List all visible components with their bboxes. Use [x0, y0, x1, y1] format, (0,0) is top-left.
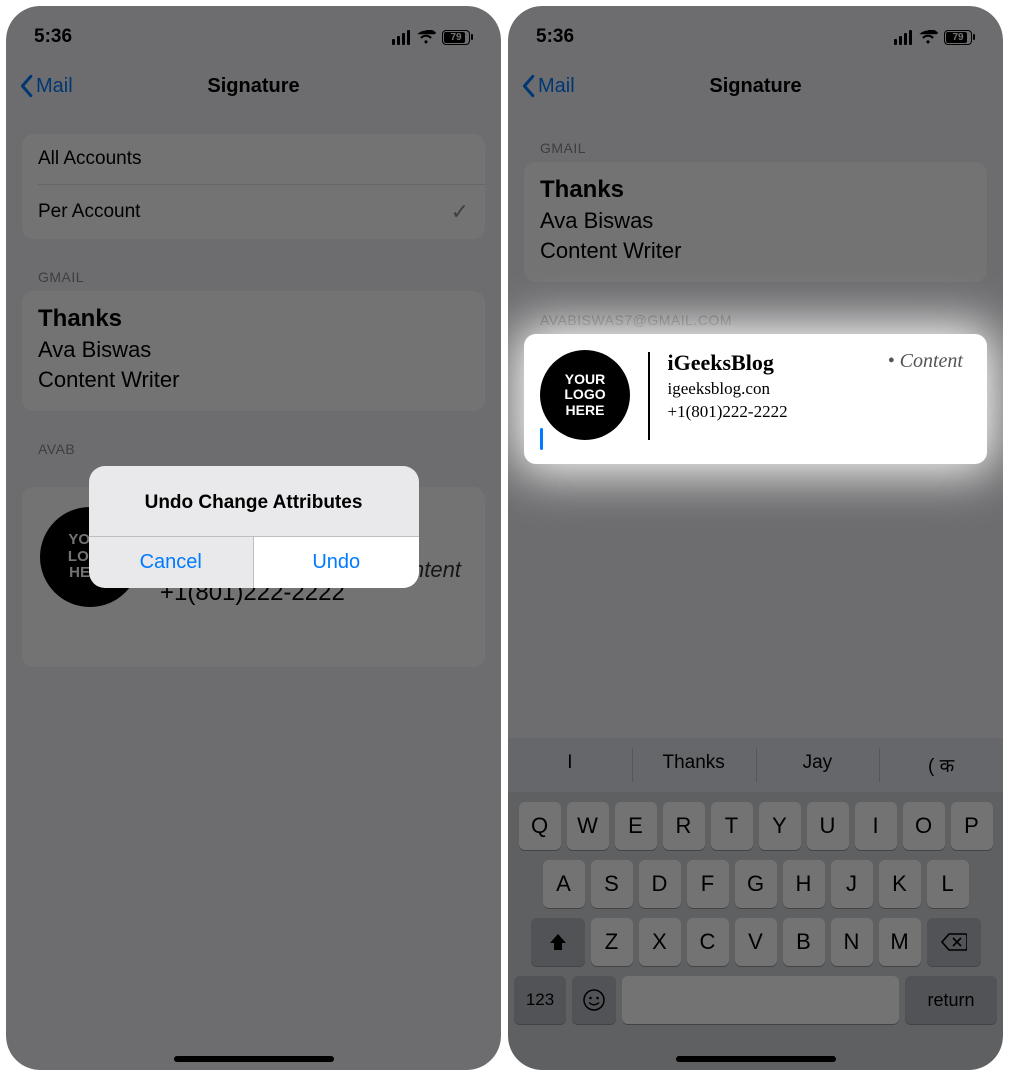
chevron-left-icon [18, 74, 34, 98]
key-p[interactable]: P [951, 802, 993, 850]
key-r[interactable]: R [663, 802, 705, 850]
cellular-icon [392, 30, 410, 45]
nav-bar: Mail Signature [508, 62, 1003, 110]
page-title: Signature [207, 75, 299, 98]
sig-line-role: Content Writer [540, 238, 971, 264]
key-z[interactable]: Z [591, 918, 633, 966]
key-j[interactable]: J [831, 860, 873, 908]
suggestion-bar: I Thanks Jay ( क [508, 738, 1003, 792]
key-d[interactable]: D [639, 860, 681, 908]
suggestion[interactable]: Thanks [632, 738, 756, 792]
group-header-account2: AVABISWAS7@GMAIL.COM [540, 312, 971, 328]
keyboard: I Thanks Jay ( क Q W E R T Y U I O P A S… [508, 738, 1003, 1070]
key-t[interactable]: T [711, 802, 753, 850]
cellular-icon [894, 30, 912, 45]
key-c[interactable]: C [687, 918, 729, 966]
home-indicator[interactable] [676, 1056, 836, 1062]
shift-key[interactable] [531, 918, 585, 966]
logo-placeholder: YOUR LOGO HERE [540, 350, 630, 440]
status-time: 5:36 [34, 26, 72, 48]
suggestion[interactable]: ( क [879, 738, 1003, 792]
text-cursor [540, 428, 543, 450]
sig-line-name: Ava Biswas [38, 337, 469, 363]
emoji-icon [582, 988, 606, 1012]
group-header-account2: AVAB [38, 441, 469, 457]
status-bar: 5:36 79 [508, 6, 1003, 58]
back-label: Mail [538, 75, 575, 98]
key-o[interactable]: O [903, 802, 945, 850]
key-g[interactable]: G [735, 860, 777, 908]
group-header-gmail: GMAIL [38, 269, 469, 285]
key-f[interactable]: F [687, 860, 729, 908]
status-time: 5:36 [536, 26, 574, 48]
wifi-icon [416, 30, 436, 45]
back-label: Mail [36, 75, 73, 98]
key-s[interactable]: S [591, 860, 633, 908]
signature-editor-rich[interactable]: YOUR LOGO HERE iGeeksBlog igeeksblog.con… [524, 334, 987, 464]
back-button[interactable]: Mail [18, 74, 73, 98]
back-button[interactable]: Mail [520, 74, 575, 98]
backspace-icon [941, 932, 967, 952]
key-k[interactable]: K [879, 860, 921, 908]
battery-icon: 79 [944, 30, 975, 45]
key-m[interactable]: M [879, 918, 921, 966]
rich-phone: +1(801)222-2222 [668, 402, 788, 422]
sig-line-thanks: Thanks [540, 176, 971, 204]
row-label: Per Account [38, 201, 140, 223]
rich-site: igeeksblog.con [668, 379, 788, 399]
numbers-key[interactable]: 123 [514, 976, 566, 1024]
key-v[interactable]: V [735, 918, 777, 966]
row-per-account[interactable]: Per Account ✓ [22, 185, 485, 239]
status-icons: 79 [392, 30, 473, 45]
key-h[interactable]: H [783, 860, 825, 908]
rich-title: iGeeksBlog [668, 350, 788, 376]
sig-line-thanks: Thanks [38, 305, 469, 333]
cancel-button[interactable]: Cancel [89, 537, 254, 588]
key-a[interactable]: A [543, 860, 585, 908]
suggestion[interactable]: Jay [756, 738, 880, 792]
undo-alert: Undo Change Attributes Cancel Undo [89, 466, 419, 588]
key-n[interactable]: N [831, 918, 873, 966]
status-bar: 5:36 79 [6, 6, 501, 58]
key-u[interactable]: U [807, 802, 849, 850]
return-key[interactable]: return [905, 976, 997, 1024]
phone-screen-right: 5:36 79 Mail Signature GMAIL Thanks Ava … [508, 6, 1003, 1070]
suggestion[interactable]: I [508, 738, 632, 792]
undo-button[interactable]: Undo [253, 537, 419, 588]
group-header-gmail: GMAIL [540, 140, 971, 156]
key-b[interactable]: B [783, 918, 825, 966]
space-key[interactable] [622, 976, 899, 1024]
key-l[interactable]: L [927, 860, 969, 908]
backspace-key[interactable] [927, 918, 981, 966]
signature-editor-gmail[interactable]: Thanks Ava Biswas Content Writer [524, 162, 987, 282]
key-i[interactable]: I [855, 802, 897, 850]
account-scope-group: All Accounts Per Account ✓ [22, 134, 485, 239]
phone-screen-left: 5:36 79 Mail Signature All Accounts P [6, 6, 501, 1070]
checkmark-icon: ✓ [451, 199, 469, 225]
wifi-icon [918, 30, 938, 45]
shift-icon [548, 932, 568, 952]
key-e[interactable]: E [615, 802, 657, 850]
vertical-divider [648, 352, 650, 440]
row-label: All Accounts [38, 148, 142, 170]
alert-title: Undo Change Attributes [89, 466, 419, 536]
key-x[interactable]: X [639, 918, 681, 966]
signature-editor-gmail[interactable]: Thanks Ava Biswas Content Writer [22, 291, 485, 411]
sig-line-role: Content Writer [38, 367, 469, 393]
status-icons: 79 [894, 30, 975, 45]
key-q[interactable]: Q [519, 802, 561, 850]
battery-icon: 79 [442, 30, 473, 45]
row-all-accounts[interactable]: All Accounts [22, 134, 485, 184]
rich-content-label: • Content [888, 350, 963, 373]
sig-line-name: Ava Biswas [540, 208, 971, 234]
emoji-key[interactable] [572, 976, 616, 1024]
home-indicator[interactable] [174, 1056, 334, 1062]
key-w[interactable]: W [567, 802, 609, 850]
nav-bar: Mail Signature [6, 62, 501, 110]
page-title: Signature [709, 75, 801, 98]
chevron-left-icon [520, 74, 536, 98]
key-y[interactable]: Y [759, 802, 801, 850]
